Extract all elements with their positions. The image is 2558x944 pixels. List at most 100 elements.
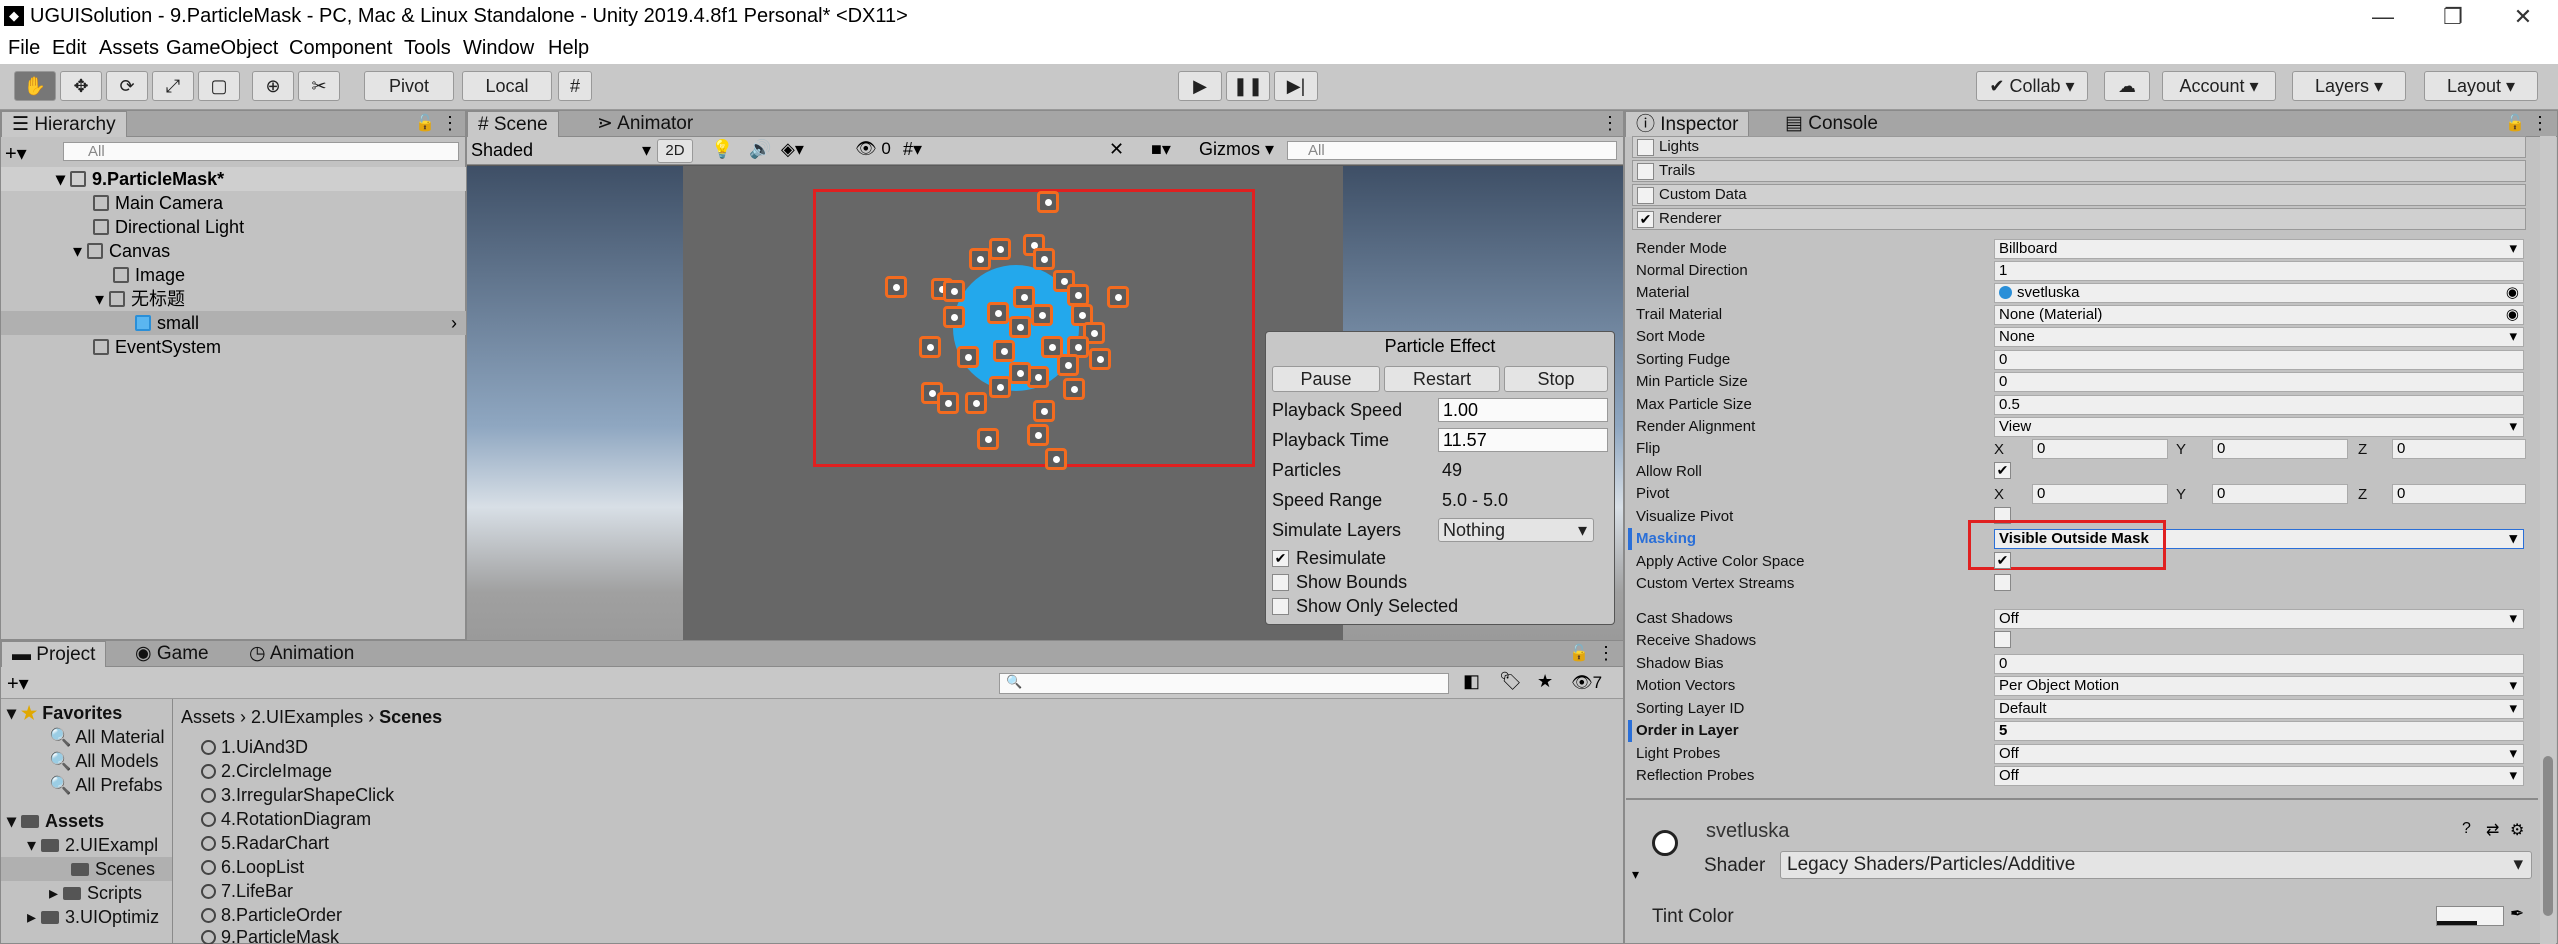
shadow-bias-input[interactable]: 0 <box>1994 654 2524 674</box>
menu-edit[interactable]: Edit <box>52 37 86 60</box>
order-in-layer-input[interactable]: 5 <box>1994 721 2524 741</box>
hier-item-image[interactable]: Image <box>1 263 467 287</box>
file-item[interactable]: 8.ParticleOrder <box>201 903 342 927</box>
preset-icon[interactable]: ⇄ <box>2486 820 2499 840</box>
scale-tool-icon[interactable]: ⤢ <box>152 71 194 101</box>
filter-type-icon[interactable]: ◧ <box>1463 671 1480 692</box>
account-dropdown[interactable]: Account ▾ <box>2162 71 2276 101</box>
material-field[interactable]: svetluska ◉ <box>1994 283 2524 303</box>
toggle-2d-button[interactable]: 2D <box>657 139 693 163</box>
module-renderer-checkbox[interactable]: ✔ <box>1637 211 1654 228</box>
layers-dropdown[interactable]: Layers ▾ <box>2292 71 2406 101</box>
show-bounds-checkbox[interactable] <box>1272 574 1289 591</box>
play-icon[interactable]: ▶ <box>1178 71 1222 101</box>
allow-roll-checkbox[interactable]: ✔ <box>1994 462 2011 479</box>
playback-speed-input[interactable]: 1.00 <box>1438 398 1608 422</box>
flip-z-input[interactable]: 0 <box>2392 439 2526 459</box>
render-alignment-dropdown[interactable]: View <box>1994 417 2524 437</box>
scene-row[interactable]: ▾ 9.ParticleMask* <box>1 167 467 191</box>
breadcrumb-uiexamples[interactable]: 2.UIExamples <box>251 707 363 727</box>
favorite-star-icon[interactable]: ★ <box>1537 671 1553 692</box>
file-item[interactable]: 7.LifeBar <box>201 879 293 903</box>
module-trails[interactable]: Trails <box>1632 160 2526 182</box>
cloud-icon[interactable]: ☁ <box>2104 71 2150 101</box>
close-icon[interactable]: ✕ <box>2495 2 2551 32</box>
playback-time-input[interactable]: 11.57 <box>1438 428 1608 452</box>
lock-icon[interactable]: 🔓 <box>415 113 435 133</box>
local-toggle[interactable]: Local <box>462 71 552 101</box>
shading-dropdown[interactable]: Shaded ▾ <box>471 140 651 162</box>
pause-button[interactable]: Pause <box>1272 366 1380 392</box>
create-icon[interactable]: +▾ <box>7 671 29 696</box>
gizmos-dropdown[interactable]: Gizmos ▾ <box>1199 139 1274 160</box>
audio-icon[interactable]: 🔊 <box>749 139 771 160</box>
restore-icon[interactable]: ❐ <box>2425 2 2481 32</box>
flip-y-input[interactable]: 0 <box>2212 439 2348 459</box>
tab-animation[interactable]: ◷ Animation <box>239 641 364 667</box>
pause-icon[interactable]: ❚❚ <box>1226 71 1270 101</box>
panel-menu-icon[interactable]: ⋮ <box>441 113 459 134</box>
file-item[interactable]: 2.CircleImage <box>201 759 332 783</box>
hierarchy-search-input[interactable]: All <box>63 142 459 161</box>
inspector-scrollbar[interactable] <box>2540 136 2556 944</box>
minimize-icon[interactable]: — <box>2355 2 2411 32</box>
flip-x-input[interactable]: 0 <box>2032 439 2168 459</box>
resimulate-checkbox[interactable]: ✔ <box>1272 550 1289 567</box>
scene-search-input[interactable]: All <box>1287 141 1617 160</box>
tree-3-uioptimize[interactable]: ▸ 3.UIOptimiz <box>27 905 159 929</box>
show-only-selected-checkbox[interactable] <box>1272 598 1289 615</box>
module-custom-data[interactable]: Custom Data <box>1632 184 2526 206</box>
scrollbar-thumb[interactable] <box>2543 756 2553 916</box>
object-picker-icon[interactable]: ◉ <box>2506 284 2519 302</box>
reflection-probes-dropdown[interactable]: Off <box>1994 766 2524 786</box>
restart-button[interactable]: Restart <box>1384 366 1500 392</box>
create-icon[interactable]: +▾ <box>5 141 27 166</box>
breadcrumb-scenes[interactable]: Scenes <box>379 707 442 727</box>
hier-item-main-camera[interactable]: Main Camera <box>1 191 467 215</box>
label-icon[interactable]: 🏷 <box>1499 671 1522 692</box>
tab-game[interactable]: ◉ Game <box>125 641 219 667</box>
collab-button[interactable]: ✔ Collab ▾ <box>1976 71 2088 101</box>
tools-icon[interactable]: ✕ <box>1109 139 1124 160</box>
trail-material-field[interactable]: None (Material) ◉ <box>1994 305 2524 325</box>
project-search-input[interactable]: 🔍 <box>999 673 1449 694</box>
transform-tool-icon[interactable]: ⊕ <box>252 71 294 101</box>
hier-item-directional-light[interactable]: Directional Light <box>1 215 467 239</box>
lighting-icon[interactable]: 💡 <box>711 139 733 160</box>
pivot-y-input[interactable]: 0 <box>2212 484 2348 504</box>
receive-shadows-checkbox[interactable] <box>1994 631 2011 648</box>
menu-assets[interactable]: Assets <box>99 37 159 60</box>
sorting-fudge-input[interactable]: 0 <box>1994 350 2524 370</box>
sort-mode-dropdown[interactable]: None <box>1994 327 2524 347</box>
file-item[interactable]: 6.LoopList <box>201 855 304 879</box>
hidden-packages-toggle[interactable]: 👁7 <box>1571 673 1602 693</box>
render-mode-dropdown[interactable]: Billboard <box>1994 239 2524 259</box>
file-item[interactable]: 9.ParticleMask <box>201 925 339 944</box>
camera-icon[interactable]: ■▾ <box>1151 139 1171 160</box>
layout-dropdown[interactable]: Layout ▾ <box>2424 71 2538 101</box>
rotate-tool-icon[interactable]: ⟳ <box>106 71 148 101</box>
file-item[interactable]: 1.UiAnd3D <box>201 735 308 759</box>
step-icon[interactable]: ▶| <box>1274 71 1318 101</box>
effects-icon[interactable]: ◈▾ <box>781 139 804 160</box>
panel-menu-icon[interactable]: ⋮ <box>1601 113 1619 134</box>
cast-shadows-dropdown[interactable]: Off <box>1994 609 2524 629</box>
max-particle-size-input[interactable]: 0.5 <box>1994 395 2524 415</box>
settings-gear-icon[interactable]: ⚙ <box>2510 820 2524 840</box>
pivot-z-input[interactable]: 0 <box>2392 484 2526 504</box>
hand-tool-icon[interactable]: ✋ <box>14 71 56 101</box>
hier-item-untitled[interactable]: ▾ 无标题 <box>1 287 467 311</box>
light-probes-dropdown[interactable]: Off <box>1994 744 2524 764</box>
module-renderer[interactable]: ✔ Renderer <box>1632 208 2526 230</box>
module-lights[interactable]: Lights <box>1632 136 2526 158</box>
file-item[interactable]: 4.RotationDiagram <box>201 807 371 831</box>
rect-tool-icon[interactable]: ▢ <box>198 71 240 101</box>
motion-vectors-dropdown[interactable]: Per Object Motion <box>1994 676 2524 696</box>
tab-inspector[interactable]: ⓘ Inspector <box>1625 111 1750 137</box>
menu-file[interactable]: File <box>8 37 40 60</box>
panel-menu-icon[interactable]: ⋮ <box>1597 643 1615 664</box>
fav-all-prefabs[interactable]: 🔍 All Prefabs <box>49 773 162 797</box>
tree-scripts[interactable]: ▸ Scripts <box>49 881 142 905</box>
tab-project[interactable]: ▬ Project <box>1 641 107 667</box>
hier-item-eventsystem[interactable]: EventSystem <box>1 335 467 359</box>
